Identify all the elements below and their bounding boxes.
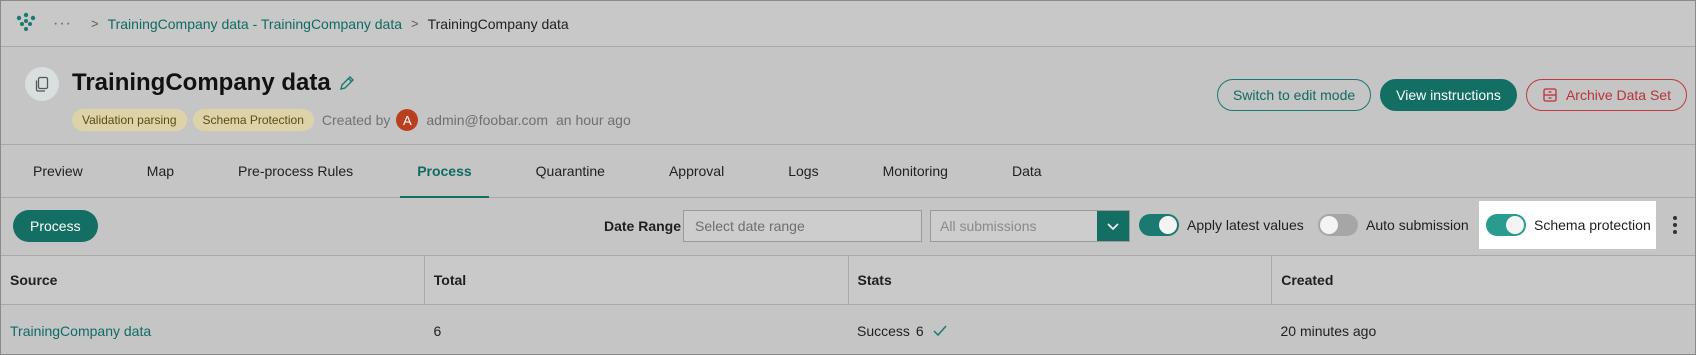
created-time: an hour ago: [556, 112, 631, 128]
app-logo-icon[interactable]: [13, 11, 39, 37]
date-range-label: Date Range: [604, 218, 682, 234]
table-row: TrainingCompany data 6 Success 6 20 minu…: [1, 305, 1695, 355]
stats-count: 6: [915, 323, 924, 339]
archive-icon: [1542, 87, 1558, 103]
column-stats[interactable]: Stats: [849, 256, 1273, 304]
schema-protection-label: Schema protection: [1534, 217, 1651, 233]
view-instructions-button[interactable]: View instructions: [1380, 79, 1517, 111]
header-actions: Switch to edit mode View instructions Ar…: [1216, 79, 1687, 111]
archive-data-set-button[interactable]: Archive Data Set: [1525, 79, 1687, 111]
tab-pre-process-rules[interactable]: Pre-process Rules: [221, 145, 370, 197]
created-by-label: Created by: [321, 112, 391, 128]
tab-monitoring[interactable]: Monitoring: [866, 145, 965, 197]
process-toolbar: Process Date Range Select date range All…: [1, 198, 1695, 252]
column-created[interactable]: Created: [1272, 256, 1695, 304]
stats-label: Success: [857, 323, 910, 339]
process-table: Source Total Stats Created TrainingCompa…: [1, 255, 1695, 355]
process-button[interactable]: Process: [13, 210, 98, 242]
total-cell: 6: [433, 323, 442, 339]
tag-validation-parsing: Validation parsing: [72, 109, 187, 131]
dataset-header: TrainingCompany data Validation parsing …: [1, 47, 1695, 145]
date-range-input[interactable]: Select date range: [683, 210, 922, 242]
schema-protection-toggle[interactable]: Schema protection: [1479, 201, 1656, 249]
breadcrumb-current: TrainingCompany data: [427, 15, 569, 32]
tag-row: Validation parsing Schema Protection Cre…: [72, 109, 631, 131]
table-header: Source Total Stats Created: [1, 255, 1695, 305]
created-cell: 20 minutes ago: [1280, 323, 1377, 339]
tab-bar: Preview Map Pre-process Rules Process Qu…: [1, 145, 1695, 198]
chevron-down-icon[interactable]: [1097, 211, 1129, 241]
tab-quarantine[interactable]: Quarantine: [519, 145, 622, 197]
tab-approval[interactable]: Approval: [652, 145, 741, 197]
chevron-right-icon: >: [411, 16, 419, 31]
breadcrumb-bar: ··· > TrainingCompany data - TrainingCom…: [1, 1, 1695, 47]
creator-email: admin@foobar.com: [426, 112, 548, 128]
stats-cell: Success 6: [848, 305, 1272, 355]
archive-data-set-label: Archive Data Set: [1565, 87, 1671, 103]
checkmark-icon: [932, 324, 948, 338]
toggle-switch[interactable]: [1139, 214, 1179, 236]
column-source[interactable]: Source: [1, 256, 425, 304]
page-title-row: TrainingCompany data: [72, 69, 355, 97]
chevron-right-icon: >: [90, 16, 99, 31]
tab-process[interactable]: Process: [400, 145, 490, 198]
source-link[interactable]: TrainingCompany data: [1, 305, 425, 355]
apply-latest-values-toggle[interactable]: Apply latest values: [1139, 214, 1304, 236]
submissions-select-value: All submissions: [940, 218, 1037, 234]
tab-map[interactable]: Map: [130, 145, 191, 197]
tab-data[interactable]: Data: [995, 145, 1059, 197]
switch-edit-mode-button[interactable]: Switch to edit mode: [1216, 79, 1372, 111]
apply-latest-values-label: Apply latest values: [1187, 217, 1304, 233]
more-options-icon[interactable]: [1665, 212, 1685, 238]
submissions-select[interactable]: All submissions: [930, 210, 1130, 242]
pencil-icon[interactable]: [339, 75, 355, 91]
tag-schema-protection: Schema Protection: [192, 109, 314, 131]
breadcrumb-parent-link[interactable]: TrainingCompany data - TrainingCompany d…: [108, 16, 402, 32]
tab-preview[interactable]: Preview: [16, 145, 100, 197]
tab-logs[interactable]: Logs: [771, 145, 835, 197]
copy-icon: [25, 67, 59, 101]
column-total[interactable]: Total: [425, 256, 849, 304]
auto-submission-label: Auto submission: [1366, 217, 1469, 233]
toggle-switch[interactable]: [1486, 214, 1526, 236]
page-title: TrainingCompany data: [72, 69, 331, 96]
toggle-switch[interactable]: [1318, 214, 1358, 236]
avatar: A: [396, 109, 419, 131]
auto-submission-toggle[interactable]: Auto submission: [1318, 214, 1469, 236]
breadcrumb-more[interactable]: ···: [53, 15, 72, 33]
